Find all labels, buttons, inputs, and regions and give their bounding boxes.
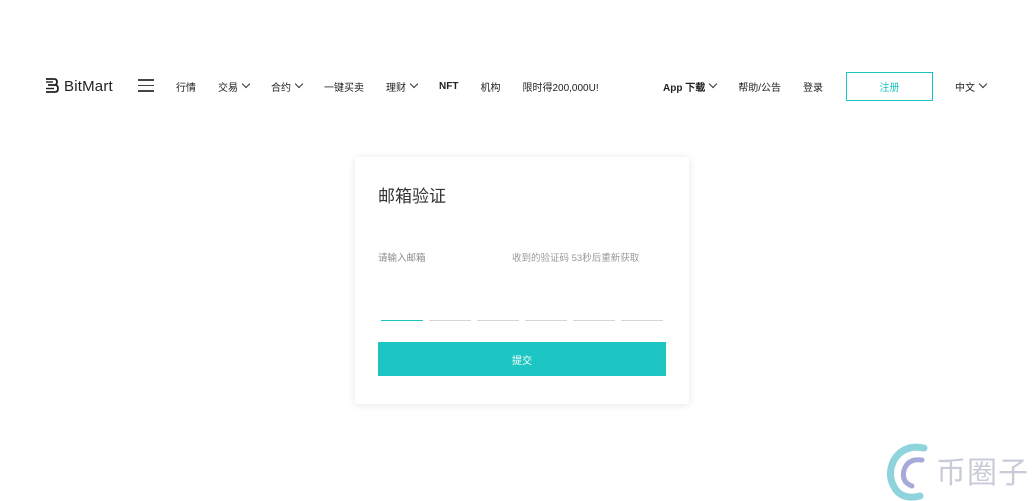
nav-item-nft[interactable]: NFT: [439, 81, 458, 92]
chevron-down-icon: [708, 79, 718, 89]
main-nav: 行情 交易 合约 一键买卖 理财 NFT 机构 限时得200,000U!: [176, 66, 621, 106]
email-label: 请输入邮箱: [378, 253, 426, 264]
code-countdown-label: 收到的验证码 53秒后重新获取: [512, 253, 640, 264]
email-verification-card: 邮箱验证 请输入邮箱 收到的验证码 53秒后重新获取 提交: [355, 157, 689, 404]
signup-button[interactable]: 注册: [846, 72, 933, 101]
nav-label: 理财: [386, 82, 406, 94]
logo-text: BitMart: [64, 77, 113, 95]
code-digit-input[interactable]: [573, 317, 615, 321]
nav-item-promo[interactable]: 限时得200,000U!: [522, 79, 598, 94]
top-nav-bar: BitMart 行情 交易 合约 一键买卖 理财 NFT 机构 限时得200,0…: [0, 66, 1034, 106]
nav-item-app-download[interactable]: App 下载: [663, 79, 718, 94]
nav-label: 登录: [803, 82, 823, 94]
nav-label: 限时得200,000U!: [522, 82, 599, 94]
language-label: 中文: [955, 82, 975, 94]
watermark-text: 币圈子: [936, 457, 1029, 490]
right-nav: App 下载 帮助/公告 登录: [663, 66, 845, 106]
watermark: 币圈子: [884, 442, 1034, 501]
nav-item-trade[interactable]: 交易: [218, 79, 251, 94]
nav-item-institutional[interactable]: 机构: [480, 79, 500, 94]
nav-item-earn[interactable]: 理财: [386, 79, 419, 94]
chevron-down-icon: [294, 79, 304, 89]
nav-label: 机构: [480, 82, 501, 94]
code-digit-input[interactable]: [381, 317, 423, 321]
chevron-down-icon: [241, 79, 251, 89]
nav-item-quick-buy[interactable]: 一键买卖: [324, 79, 364, 94]
nav-label: 帮助/公告: [738, 82, 781, 94]
nav-label: NFT: [439, 80, 459, 92]
code-digit-input[interactable]: [429, 317, 471, 321]
chevron-down-icon: [978, 79, 988, 89]
bitmart-logo-icon: [46, 78, 59, 93]
nav-item-help[interactable]: 帮助/公告: [738, 79, 781, 94]
nav-label: 合约: [271, 82, 291, 94]
hamburger-menu-icon[interactable]: [138, 79, 154, 92]
nav-label: 行情: [176, 82, 196, 94]
submit-button[interactable]: 提交: [378, 342, 666, 376]
nav-label: 一键买卖: [324, 82, 364, 94]
language-selector[interactable]: 中文: [955, 66, 988, 106]
code-digit-input[interactable]: [621, 317, 663, 321]
code-digit-input[interactable]: [477, 317, 519, 321]
nav-item-market[interactable]: 行情: [176, 79, 196, 94]
watermark-logo-icon: [887, 443, 928, 501]
card-title: 邮箱验证: [378, 187, 446, 206]
nav-item-futures[interactable]: 合约: [271, 79, 304, 94]
chevron-down-icon: [409, 79, 419, 89]
verification-code-input[interactable]: [381, 317, 669, 321]
bitmart-logo[interactable]: BitMart: [44, 75, 113, 97]
login-link[interactable]: 登录: [803, 79, 823, 94]
nav-label: 交易: [218, 82, 238, 94]
nav-label: App 下载: [663, 82, 706, 94]
code-digit-input[interactable]: [525, 317, 567, 321]
